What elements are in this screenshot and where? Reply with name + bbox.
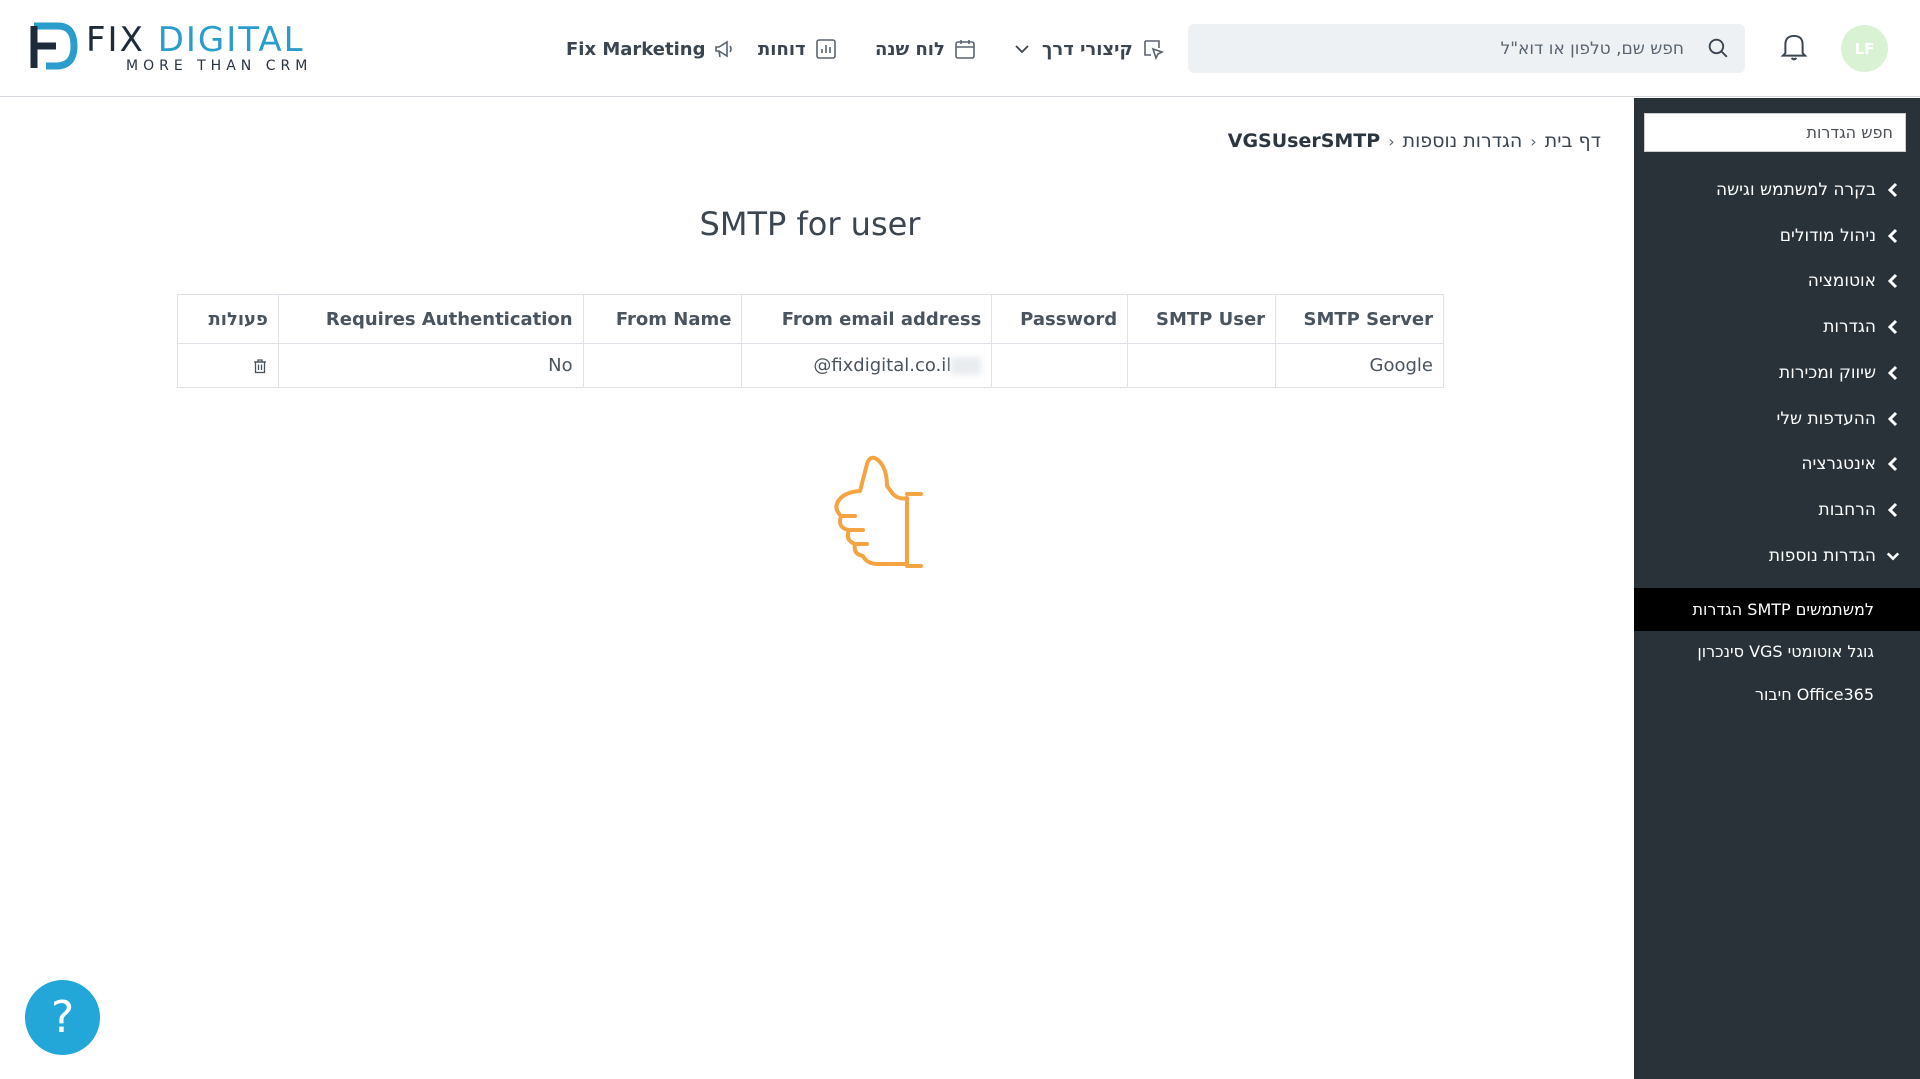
- logo-tagline: MORE THAN CRM: [126, 58, 313, 74]
- sidebar-subitem-vgs-google-sync[interactable]: סינכרון VGS גוגל אוטומטי: [1697, 636, 1874, 666]
- chevron-down-icon: [1886, 552, 1900, 561]
- chevron-left-icon: [1887, 456, 1898, 472]
- sidebar-item-label: ניהול מודולים: [1779, 226, 1876, 246]
- breadcrumb: דף בית ‹ הגדרות נוספות ‹ VGSUserSMTP: [1228, 130, 1601, 152]
- cell-smtp-server: Google: [1275, 343, 1444, 388]
- breadcrumb-separator: ‹: [1530, 131, 1537, 151]
- sidebar-item-label: הרחבות: [1818, 500, 1876, 520]
- breadcrumb-section[interactable]: הגדרות נוספות: [1403, 130, 1523, 152]
- sidebar-item-label: הגדרות נוספות: [1768, 546, 1876, 566]
- column-header-requires-auth[interactable]: Requires Authentication: [277, 294, 584, 344]
- sidebar-item-label: שיווק ומכירות: [1779, 363, 1876, 383]
- sidebar-item-marketing-sales[interactable]: שיווק ומכירות: [1779, 358, 1900, 388]
- cell-requires-auth: No: [277, 343, 584, 388]
- sidebar-item-label: בקרה למשתמש וגישה: [1715, 180, 1876, 200]
- column-header-smtp-user[interactable]: SMTP User: [1127, 294, 1277, 344]
- column-header-from-name[interactable]: From Name: [582, 294, 743, 344]
- sidebar-item-label: אוטומציה: [1807, 271, 1876, 291]
- sidebar-subitem-office365[interactable]: חיבור Office365: [1755, 679, 1874, 709]
- sidebar-item-integration[interactable]: אינטגרציה: [1801, 449, 1900, 479]
- chevron-left-icon: [1887, 182, 1898, 198]
- nav-fix-marketing-label: Fix Marketing: [566, 38, 706, 60]
- redacted-email-user: [951, 357, 982, 375]
- sidebar-item-settings[interactable]: הגדרות: [1823, 312, 1900, 342]
- column-header-actions: פעולות: [177, 294, 279, 344]
- bar-chart-icon: [815, 39, 836, 59]
- from-email-text: @fixdigital.co.il: [813, 355, 952, 376]
- sidebar-item-additional-settings[interactable]: הגדרות נוספות: [1769, 541, 1900, 571]
- breadcrumb-separator: ‹: [1388, 131, 1395, 151]
- table-header-row: פעולות Requires Authentication From Name…: [177, 294, 1444, 344]
- settings-search: [1644, 113, 1906, 152]
- nav-reports[interactable]: דוחות: [758, 32, 838, 66]
- calendar-icon: [955, 40, 975, 59]
- breadcrumb-current: VGSUserSMTP: [1227, 130, 1381, 152]
- thumbs-up-icon: [834, 455, 923, 568]
- sidebar-subitem-smtp-users[interactable]: הגדרות SMTP למשתמשים: [1693, 594, 1874, 624]
- chevron-left-icon: [1887, 411, 1898, 427]
- chevron-left-icon: [1887, 228, 1898, 244]
- column-header-password[interactable]: Password: [991, 294, 1129, 344]
- bell-icon[interactable]: [1779, 31, 1809, 63]
- sidebar-item-automation[interactable]: אוטומציה: [1808, 266, 1900, 296]
- cell-from-email: @fixdigital.co.il: [741, 343, 993, 388]
- chevron-left-icon: [1887, 273, 1898, 289]
- nav-reports-label: דוחות: [758, 38, 806, 60]
- chevron-left-icon: [1887, 319, 1898, 335]
- column-header-smtp-server[interactable]: SMTP Server: [1275, 294, 1444, 344]
- settings-sidebar: בקרה למשתמש וגישה ניהול מודולים אוטומציה…: [1634, 98, 1920, 1079]
- search-icon[interactable]: [1706, 36, 1731, 61]
- table-row[interactable]: No @fixdigital.co.il Google: [177, 343, 1444, 388]
- logo-wordmark: FIX DIGITAL: [86, 20, 305, 60]
- chevron-down-icon: [1015, 45, 1029, 54]
- sidebar-item-my-preferences[interactable]: ההעדפות שלי: [1777, 404, 1900, 434]
- cell-actions: [177, 343, 279, 388]
- settings-search-input[interactable]: [1645, 114, 1905, 151]
- sidebar-item-label: הגדרות: [1823, 317, 1876, 337]
- cursor-click-icon: [1143, 40, 1164, 61]
- cell-from-name: [582, 343, 743, 388]
- fix-digital-logo-icon: [30, 22, 78, 70]
- nav-shortcuts-dropdown[interactable]: קיצורי דרך: [1010, 32, 1165, 66]
- global-search-input[interactable]: [1204, 24, 1684, 73]
- chevron-left-icon: [1887, 502, 1898, 518]
- sidebar-item-label: אינטגרציה: [1801, 454, 1876, 474]
- cell-smtp-user: [1127, 343, 1277, 388]
- sidebar-item-modules[interactable]: ניהול מודולים: [1780, 221, 1900, 251]
- global-search: [1188, 24, 1745, 73]
- fix-digital-logo[interactable]: FIX DIGITAL MORE THAN CRM: [28, 20, 348, 74]
- cell-password: [991, 343, 1129, 388]
- sidebar-item-extensions[interactable]: הרחבות: [1819, 495, 1900, 525]
- column-header-from-email[interactable]: From email address: [741, 294, 993, 344]
- help-button[interactable]: ?: [25, 980, 100, 1055]
- user-avatar[interactable]: LF: [1841, 25, 1888, 72]
- megaphone-icon: [715, 40, 733, 58]
- nav-fix-marketing[interactable]: Fix Marketing: [566, 32, 737, 66]
- smtp-table: פעולות Requires Authentication From Name…: [177, 294, 1444, 388]
- sidebar-item-label: ההעדפות שלי: [1776, 409, 1876, 429]
- breadcrumb-home[interactable]: דף בית: [1545, 130, 1601, 152]
- chevron-left-icon: [1887, 365, 1898, 381]
- sidebar-item-user-access[interactable]: בקרה למשתמש וגישה: [1716, 175, 1900, 205]
- trash-icon[interactable]: [252, 358, 268, 374]
- page-title: SMTP for user: [699, 205, 921, 243]
- nav-year-calendar-label: לוח שנה: [875, 38, 945, 60]
- nav-year-calendar[interactable]: לוח שנה: [875, 32, 977, 66]
- nav-shortcuts-label: קיצורי דרך: [1042, 38, 1133, 60]
- top-header: FIX DIGITAL MORE THAN CRM Fix Marketing …: [0, 0, 1920, 97]
